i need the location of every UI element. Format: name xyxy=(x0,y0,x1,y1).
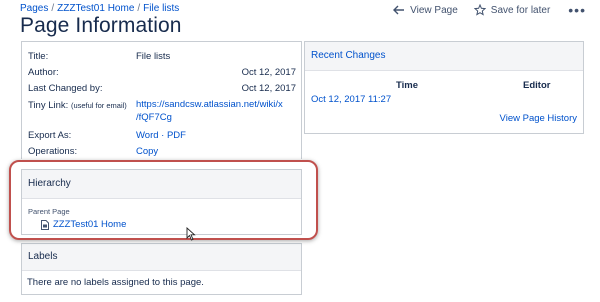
tiny-link-label: Tiny Link: (useful for email) xyxy=(28,100,127,111)
export-links[interactable]: Word · PDF xyxy=(136,130,186,141)
time-column-header: Time xyxy=(396,80,419,91)
page-title: Page Information xyxy=(20,14,182,37)
save-for-later-button[interactable]: Save for later xyxy=(473,4,551,16)
recent-change-time-link[interactable]: Oct 12, 2017 11:27 xyxy=(311,94,391,105)
export-label: Export As: xyxy=(28,130,72,141)
page-info-panel: Title: File lists Author: Oct 12, 2017 L… xyxy=(21,41,302,159)
no-labels-message: There are no labels assigned to this pag… xyxy=(27,277,204,288)
operations-label: Operations: xyxy=(28,146,78,157)
page-icon xyxy=(41,219,49,230)
copy-link[interactable]: Copy xyxy=(136,146,158,157)
header-actions: View Page Save for later ••• xyxy=(377,3,586,17)
tiny-link[interactable]: https://sandcsw.atlassian.net/wiki/x /fQ… xyxy=(136,98,283,124)
tiny-link-line2: /fQF7Cg xyxy=(136,112,172,123)
hierarchy-panel: Hierarchy Parent Page ZZZTest01 Home xyxy=(21,169,302,235)
breadcrumb-separator: / xyxy=(137,3,141,14)
view-page-history-link[interactable]: View Page History xyxy=(500,113,577,124)
tiny-link-hint: (useful for email) xyxy=(70,101,127,110)
parent-page-label: Parent Page xyxy=(28,207,70,216)
more-actions-icon[interactable]: ••• xyxy=(568,3,586,17)
editor-column-header: Editor xyxy=(523,80,551,91)
last-changed-date: Oct 12, 2017 xyxy=(241,83,296,94)
view-page-button[interactable]: View Page xyxy=(393,5,458,16)
author-label: Author: xyxy=(28,67,59,78)
title-value: File lists xyxy=(136,51,171,62)
cursor-icon xyxy=(186,227,196,241)
labels-title: Labels xyxy=(22,244,301,271)
breadcrumb-pages[interactable]: Pages xyxy=(20,3,48,14)
breadcrumb-home[interactable]: ZZZTest01 Home xyxy=(57,3,134,14)
parent-page-item[interactable]: ZZZTest01 Home xyxy=(41,219,126,230)
tiny-link-line1: https://sandcsw.atlassian.net/wiki/x xyxy=(136,99,283,110)
arrow-left-icon xyxy=(393,5,405,15)
labels-panel: Labels There are no labels assigned to t… xyxy=(21,243,302,295)
breadcrumb-separator: / xyxy=(51,3,55,14)
recent-changes-title: Recent Changes xyxy=(305,42,583,71)
view-page-label: View Page xyxy=(410,4,458,16)
save-for-later-label: Save for later xyxy=(490,4,551,16)
breadcrumb: Pages / ZZZTest01 Home / File lists xyxy=(20,3,179,14)
recent-changes-panel: Recent Changes Time Editor Oct 12, 2017 … xyxy=(304,41,584,134)
breadcrumb-current[interactable]: File lists xyxy=(143,3,179,14)
hierarchy-title: Hierarchy xyxy=(22,170,301,199)
parent-page-link[interactable]: ZZZTest01 Home xyxy=(53,219,126,230)
title-label: Title: xyxy=(28,51,49,62)
tiny-link-label-text: Tiny Link: xyxy=(28,100,69,111)
star-icon xyxy=(473,4,486,16)
author-date: Oct 12, 2017 xyxy=(241,67,296,78)
last-changed-label: Last Changed by: xyxy=(28,83,103,94)
